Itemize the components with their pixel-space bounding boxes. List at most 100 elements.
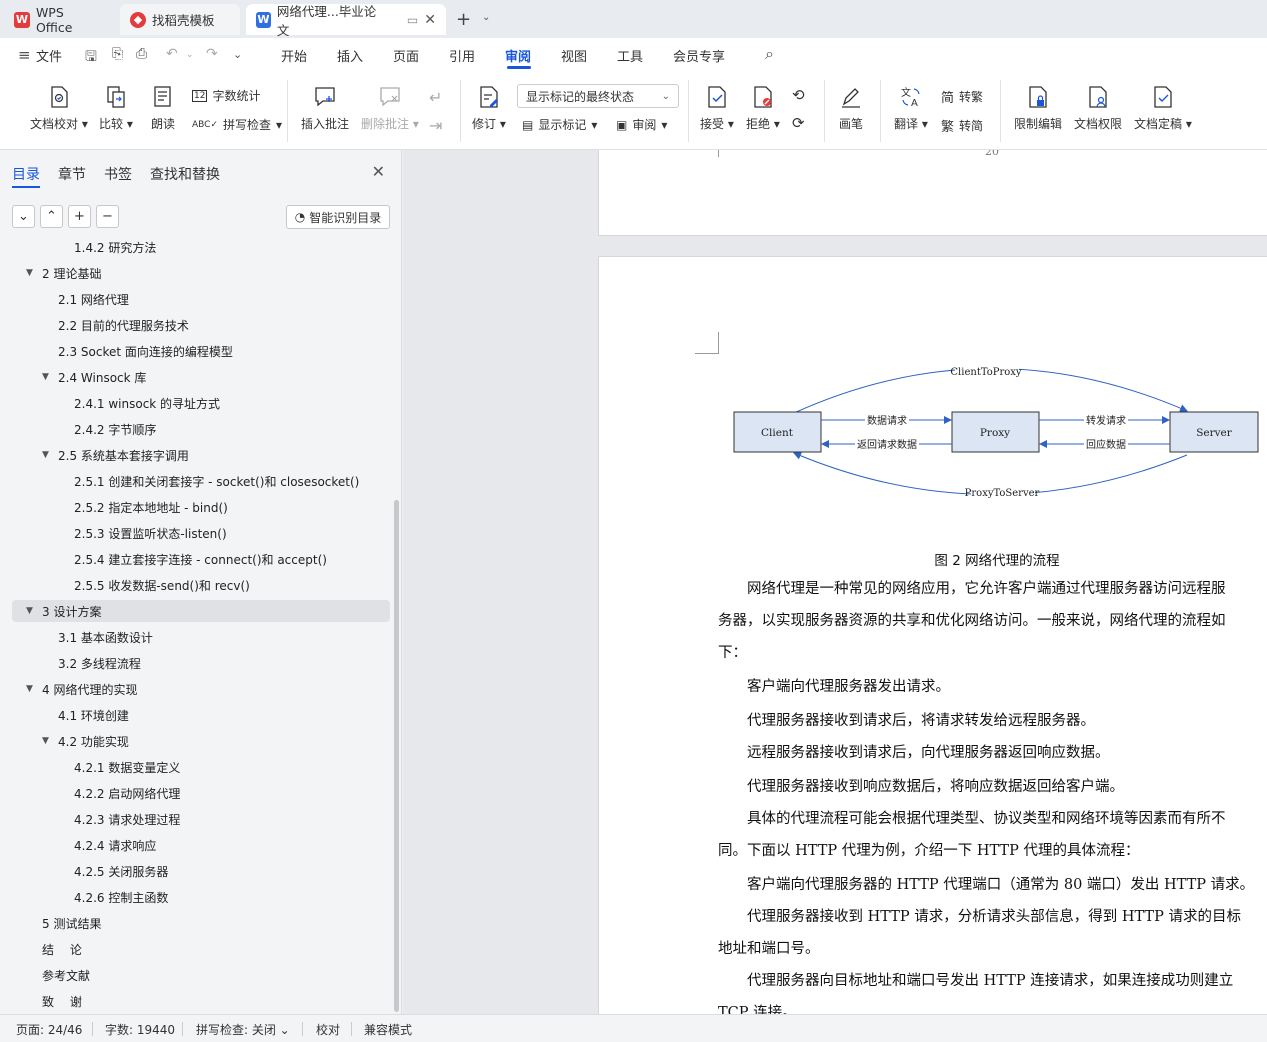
read-aloud-button[interactable]: 朗读	[150, 84, 176, 132]
tab-document[interactable]: W 网络代理...毕业论文 ▭ ✕	[246, 4, 446, 38]
toc-item[interactable]: 3.1 基本函数设计	[12, 626, 390, 648]
current-page[interactable]: Client Proxy Server ClientToProxy ProxyT…	[598, 256, 1267, 1014]
toc-item[interactable]: 4.2.4 请求响应	[12, 834, 390, 856]
chevron-down-icon[interactable]: ⌄	[482, 12, 490, 23]
toc-item[interactable]: 2.5.3 设置监听状态-listen()	[12, 522, 390, 544]
toc-item[interactable]: 2.4.1 winsock 的寻址方式	[12, 392, 390, 414]
toc-item[interactable]: 4.2.2 启动网络代理	[12, 782, 390, 804]
toc-item[interactable]: 2.1 网络代理	[12, 288, 390, 310]
toc-item[interactable]: ▼ 4.2 功能实现	[12, 730, 390, 752]
expand-icon[interactable]: ⌄	[12, 205, 35, 228]
finalize-button[interactable]: 文档定稿 ▾	[1134, 84, 1192, 132]
toc-item[interactable]: 4.2.3 请求处理过程	[12, 808, 390, 830]
expand-arrow-icon[interactable]: ▼	[26, 684, 38, 694]
previous-change-icon[interactable]: ⟲	[792, 86, 805, 104]
restore-window-icon[interactable]: ▭	[407, 13, 418, 27]
tab-chapters[interactable]: 章节	[58, 164, 86, 184]
accept-button[interactable]: 接受 ▾	[700, 84, 734, 132]
compare-button[interactable]: 比较 ▾	[99, 84, 133, 132]
proofread-button[interactable]: 文档校对 ▾	[30, 84, 88, 132]
menu-page[interactable]: 页面	[393, 46, 419, 65]
translate-button[interactable]: 文A 翻译 ▾	[894, 84, 928, 132]
expand-arrow-icon[interactable]: ▼	[26, 606, 38, 616]
expand-arrow-icon[interactable]: ▼	[26, 268, 38, 278]
menu-vip[interactable]: 会员专享	[673, 46, 725, 65]
menu-start[interactable]: 开始	[281, 46, 307, 65]
expand-arrow-icon[interactable]: ▼	[42, 450, 54, 460]
hamburger-icon[interactable]: ≡	[18, 46, 31, 64]
toc-item[interactable]: ▼ 4 网络代理的实现	[12, 678, 390, 700]
toc-item[interactable]: ▼ 2.5 系统基本套接字调用	[12, 444, 390, 466]
menu-file[interactable]: 文件	[36, 46, 62, 65]
review-pane-button[interactable]: ▣ 审阅 ▾	[616, 116, 667, 133]
toc-item[interactable]: 3.2 多线程流程	[12, 652, 390, 674]
remove-heading-icon[interactable]: −	[96, 205, 119, 228]
toc-item[interactable]: 2.5.4 建立套接字连接 - connect()和 accept()	[12, 548, 390, 570]
toc-item[interactable]: ▼ 3 设计方案	[12, 600, 390, 622]
smart-toc-button[interactable]: ◔ 智能识别目录	[286, 205, 390, 229]
toc-item[interactable]: 2.2 目前的代理服务技术	[12, 314, 390, 336]
toc-item[interactable]: 参考文献	[12, 964, 390, 986]
toc-item[interactable]: 4.1 环境创建	[12, 704, 390, 726]
toc-item[interactable]: 致 谢	[12, 990, 390, 1012]
tab-wps-office[interactable]: W WPS Office	[4, 4, 114, 35]
tab-bookmarks[interactable]: 书签	[104, 164, 132, 184]
next-change-icon[interactable]: ⟳	[792, 114, 805, 132]
toc-item[interactable]: 4.2.6 控制主函数	[12, 886, 390, 908]
spell-check-button[interactable]: ABC✓ 拼写检查 ▾	[192, 116, 282, 133]
toc-item[interactable]: 2.4.2 字节顺序	[12, 418, 390, 440]
word-count-button[interactable]: 12 字数统计	[192, 87, 260, 104]
reject-button[interactable]: 拒绝 ▾	[746, 84, 780, 132]
expand-arrow-icon[interactable]: ▼	[42, 372, 54, 382]
to-simplified-button[interactable]: 繁 转简	[941, 116, 983, 135]
insert-comment-button[interactable]: 插入批注	[301, 84, 349, 132]
menu-tools[interactable]: 工具	[617, 46, 643, 65]
display-mode-select[interactable]: 显示标记的最终状态 ⌄	[517, 84, 679, 108]
next-comment-icon[interactable]: ⇥	[429, 116, 442, 135]
pen-button[interactable]: 画笔	[838, 84, 864, 132]
page-indicator[interactable]: 页面: 24/46	[16, 1021, 82, 1038]
doc-permission-button[interactable]: 文档权限	[1074, 84, 1122, 132]
toc-item[interactable]: 4.2.5 关闭服务器	[12, 860, 390, 882]
expand-arrow-icon[interactable]: ▼	[42, 736, 54, 746]
redo-icon[interactable]: ↷	[206, 46, 218, 62]
menu-insert[interactable]: 插入	[337, 46, 363, 65]
share-icon[interactable]: ⎘	[112, 46, 123, 62]
toc-item[interactable]: 4.2.1 数据变量定义	[12, 756, 390, 778]
close-pane-icon[interactable]: ✕	[372, 162, 385, 181]
toc-item[interactable]: 2.5.1 创建和关闭套接字 - socket()和 closesocket()	[12, 470, 390, 492]
toc-item[interactable]: 5 测试结果	[12, 912, 390, 934]
menu-view[interactable]: 视图	[561, 46, 587, 65]
previous-comment-icon[interactable]: ↵	[429, 88, 442, 107]
close-tab-icon[interactable]: ✕	[424, 12, 436, 28]
proof-status[interactable]: 校对	[316, 1021, 340, 1038]
show-marks-button[interactable]: ▤ 显示标记 ▾	[522, 116, 597, 133]
toc-item[interactable]: 2.3 Socket 面向连接的编程模型	[12, 340, 390, 362]
tab-template[interactable]: ◆ 找稻壳模板	[120, 4, 240, 35]
word-count-indicator[interactable]: 字数: 19440	[105, 1021, 175, 1038]
toc-item[interactable]: 1.4.2 研究方法	[12, 238, 390, 258]
menu-review[interactable]: 审阅	[505, 46, 531, 65]
tab-toc[interactable]: 目录	[12, 164, 40, 184]
restrict-edit-button[interactable]: 限制编辑	[1014, 84, 1062, 132]
toc-item[interactable]: ▼ 2 理论基础	[12, 262, 390, 284]
menu-reference[interactable]: 引用	[449, 46, 475, 65]
chevron-down-icon[interactable]: ⌄	[186, 50, 194, 60]
toc-item[interactable]: 结 论	[12, 938, 390, 960]
add-heading-icon[interactable]: +	[68, 205, 91, 228]
print-preview-icon[interactable]: ⎙	[136, 46, 147, 62]
toc-scrollbar[interactable]	[394, 500, 399, 1012]
search-icon[interactable]: ⌕	[765, 44, 774, 64]
delete-comment-button[interactable]: 删除批注 ▾	[361, 84, 419, 132]
new-tab-icon[interactable]: +	[456, 9, 471, 30]
toc-item[interactable]: ▼ 2.4 Winsock 库	[12, 366, 390, 388]
to-traditional-button[interactable]: 简 转繁	[941, 87, 983, 106]
revise-button[interactable]: 修订 ▾	[472, 84, 506, 132]
chevron-down-icon[interactable]: ⌄	[233, 48, 242, 61]
collapse-icon[interactable]: ⌃	[40, 205, 63, 228]
undo-icon[interactable]: ↶	[166, 46, 178, 62]
tab-find-replace[interactable]: 查找和替换	[150, 164, 220, 184]
save-icon[interactable]: 🖫	[85, 46, 97, 70]
toc-item[interactable]: 2.5.5 收发数据-send()和 recv()	[12, 574, 390, 596]
toc-item[interactable]: 2.5.2 指定本地地址 - bind()	[12, 496, 390, 518]
